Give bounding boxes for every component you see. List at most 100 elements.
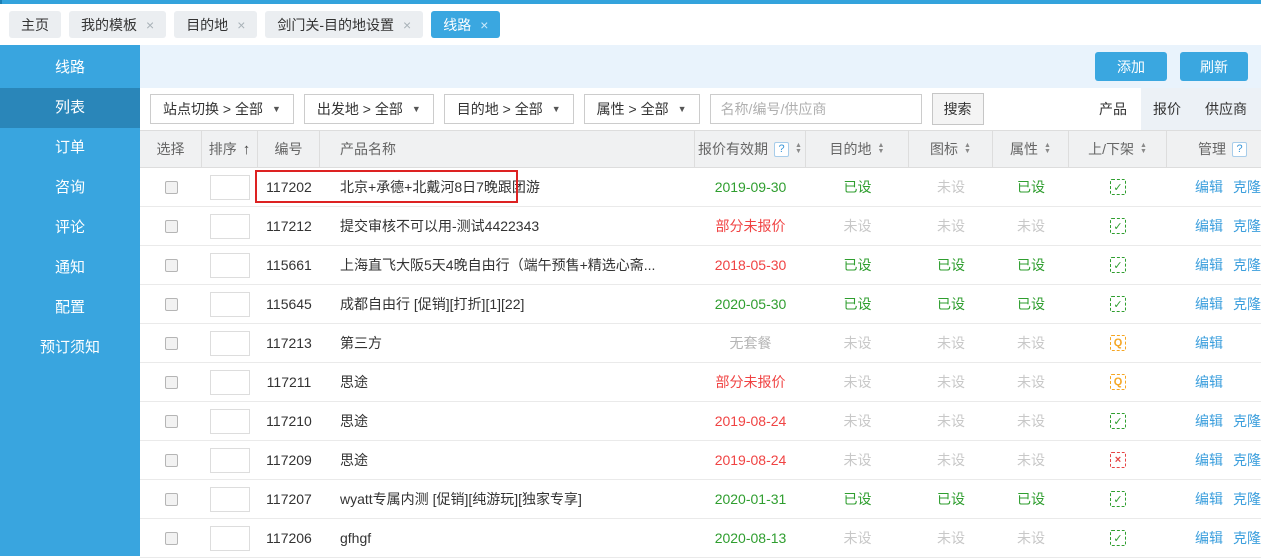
- row-checkbox[interactable]: [165, 532, 178, 545]
- clone-link[interactable]: 克隆: [1233, 411, 1261, 431]
- sidebar-item[interactable]: 配置: [0, 288, 140, 328]
- edit-link[interactable]: 编辑: [1195, 372, 1223, 392]
- shelf-status-icon[interactable]: ✓: [1110, 413, 1126, 429]
- product-name: 提交审核不可以用-测试4422343: [320, 207, 695, 245]
- edit-link[interactable]: 编辑: [1195, 216, 1223, 236]
- shelf-status-icon[interactable]: Q: [1110, 335, 1126, 351]
- edit-link[interactable]: 编辑: [1195, 489, 1223, 509]
- shelf-status-icon[interactable]: ✓: [1110, 179, 1126, 195]
- window-tabbar: 主页 × 我的模板 × 目的地 × 剑门关-目的地设置 × 线路 ×: [0, 4, 1261, 45]
- quote-validity: 部分未报价: [695, 363, 806, 401]
- row-checkbox[interactable]: [165, 220, 178, 233]
- tab[interactable]: 剑门关-目的地设置 ×: [265, 11, 423, 38]
- sort-up-arrow-icon[interactable]: ↑: [243, 141, 251, 158]
- edit-link[interactable]: 编辑: [1195, 177, 1223, 197]
- clone-link[interactable]: 克隆: [1233, 255, 1261, 275]
- clone-link[interactable]: 克隆: [1233, 450, 1261, 470]
- filter-dropdown[interactable]: 出发地 > 全部 ▼: [304, 94, 434, 124]
- shelf-status-icon[interactable]: ×: [1110, 452, 1126, 468]
- row-checkbox[interactable]: [165, 181, 178, 194]
- view-tab-label: 产品: [1099, 99, 1127, 119]
- help-icon[interactable]: ?: [774, 142, 789, 157]
- close-icon[interactable]: ×: [146, 18, 154, 32]
- sort-order-input[interactable]: [210, 370, 250, 395]
- refresh-button[interactable]: 刷新: [1180, 52, 1248, 81]
- table-row: 117211 思途 部分未报价 未设 未设 未设 Q 编辑 克隆: [140, 363, 1261, 402]
- attribute-status: 未设: [993, 441, 1069, 479]
- sort-icon[interactable]: ▲ ▼: [1140, 143, 1147, 155]
- edit-link[interactable]: 编辑: [1195, 450, 1223, 470]
- sort-icon[interactable]: ▲ ▼: [964, 143, 971, 155]
- edit-link[interactable]: 编辑: [1195, 294, 1223, 314]
- row-checkbox[interactable]: [165, 415, 178, 428]
- search-input[interactable]: [710, 94, 922, 124]
- row-checkbox[interactable]: [165, 298, 178, 311]
- view-tab[interactable]: 报价: [1141, 88, 1193, 130]
- tab[interactable]: 主页 ×: [9, 11, 61, 38]
- edit-link[interactable]: 编辑: [1195, 333, 1223, 353]
- row-checkbox[interactable]: [165, 376, 178, 389]
- header-valid[interactable]: 报价有效期 ? ▲ ▼: [695, 131, 806, 167]
- shelf-status-icon[interactable]: ✓: [1110, 491, 1126, 507]
- close-icon[interactable]: ×: [480, 18, 488, 32]
- shelf-status-icon[interactable]: ✓: [1110, 257, 1126, 273]
- icon-status: 未设: [909, 363, 993, 401]
- header-attribute[interactable]: 属性 ▲ ▼: [993, 131, 1069, 167]
- view-tab[interactable]: 产品: [1085, 88, 1141, 130]
- tab[interactable]: 目的地 ×: [174, 11, 257, 38]
- search-button[interactable]: 搜索: [932, 93, 984, 125]
- shelf-status-icon[interactable]: ✓: [1110, 530, 1126, 546]
- header-destination[interactable]: 目的地 ▲ ▼: [806, 131, 909, 167]
- product-id: 117213: [258, 324, 320, 362]
- sort-order-input[interactable]: [210, 409, 250, 434]
- sort-icon[interactable]: ▲ ▼: [795, 143, 802, 155]
- shelf-status-icon[interactable]: Q: [1110, 374, 1126, 390]
- row-checkbox[interactable]: [165, 493, 178, 506]
- sort-order-input[interactable]: [210, 526, 250, 551]
- sort-order-input[interactable]: [210, 448, 250, 473]
- row-checkbox[interactable]: [165, 259, 178, 272]
- clone-link[interactable]: 克隆: [1233, 528, 1261, 548]
- sort-order-input[interactable]: [210, 253, 250, 278]
- tab[interactable]: 我的模板 ×: [69, 11, 166, 38]
- sidebar-item[interactable]: 咨询: [0, 168, 140, 208]
- sort-order-input[interactable]: [210, 214, 250, 239]
- clone-link[interactable]: 克隆: [1233, 177, 1261, 197]
- sidebar-item[interactable]: 列表: [0, 88, 140, 128]
- header-select: 选择: [140, 131, 202, 167]
- edit-link[interactable]: 编辑: [1195, 255, 1223, 275]
- sidebar-item[interactable]: 线路: [0, 48, 140, 88]
- sort-order-input[interactable]: [210, 487, 250, 512]
- view-tab[interactable]: 供应商: [1193, 88, 1259, 130]
- edit-link[interactable]: 编辑: [1195, 411, 1223, 431]
- row-checkbox[interactable]: [165, 454, 178, 467]
- help-icon[interactable]: ?: [1232, 142, 1247, 157]
- sort-order-input[interactable]: [210, 175, 250, 200]
- filter-dropdown[interactable]: 属性 > 全部 ▼: [584, 94, 700, 124]
- header-sort[interactable]: 排序 ↑: [202, 131, 258, 167]
- close-icon[interactable]: ×: [403, 18, 411, 32]
- sidebar-item[interactable]: 订单: [0, 128, 140, 168]
- clone-link[interactable]: 克隆: [1233, 294, 1261, 314]
- sort-order-input[interactable]: [210, 292, 250, 317]
- edit-link[interactable]: 编辑: [1195, 528, 1223, 548]
- header-icon-col[interactable]: 图标 ▲ ▼: [909, 131, 993, 167]
- close-icon[interactable]: ×: [237, 18, 245, 32]
- sidebar-item[interactable]: 评论: [0, 208, 140, 248]
- sort-icon[interactable]: ▲ ▼: [1044, 143, 1051, 155]
- shelf-status-icon[interactable]: ✓: [1110, 218, 1126, 234]
- table-row: 117212 提交审核不可以用-测试4422343 部分未报价 未设 未设 未设…: [140, 207, 1261, 246]
- filter-dropdown[interactable]: 目的地 > 全部 ▼: [444, 94, 574, 124]
- row-checkbox[interactable]: [165, 337, 178, 350]
- add-button[interactable]: 添加: [1095, 52, 1167, 81]
- sidebar-item[interactable]: 预订须知: [0, 328, 140, 368]
- clone-link[interactable]: 克隆: [1233, 216, 1261, 236]
- clone-link[interactable]: 克隆: [1233, 489, 1261, 509]
- tab[interactable]: 线路 ×: [431, 11, 500, 38]
- filter-dropdown[interactable]: 站点切换 > 全部 ▼: [150, 94, 294, 124]
- sort-icon[interactable]: ▲ ▼: [878, 143, 885, 155]
- shelf-status-icon[interactable]: ✓: [1110, 296, 1126, 312]
- sidebar-item[interactable]: 通知: [0, 248, 140, 288]
- sort-order-input[interactable]: [210, 331, 250, 356]
- header-updown[interactable]: 上/下架 ▲ ▼: [1069, 131, 1167, 167]
